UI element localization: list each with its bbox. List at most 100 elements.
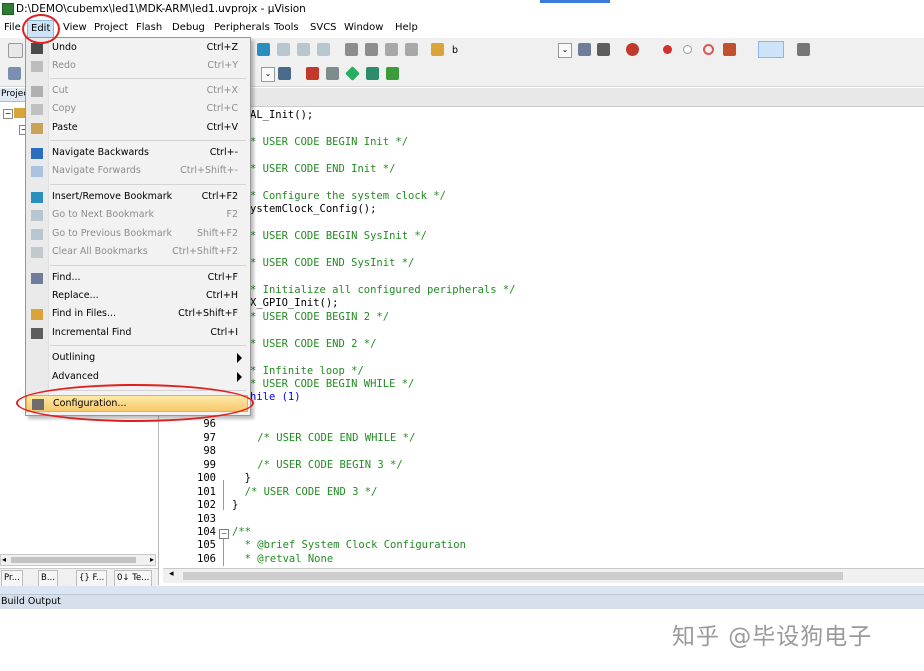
scroll-right-icon[interactable]: ▸ — [150, 555, 154, 564]
code-line: * USER CODE END SysInit */ — [250, 256, 415, 269]
menu-item-label: Clear All Bookmarks — [52, 246, 148, 257]
menu-view[interactable]: View — [63, 22, 87, 33]
menu-item-shortcut: Ctrl+Shift+F2 — [172, 246, 238, 257]
menu-item-label: Find in Files... — [52, 308, 117, 319]
menu-item-shortcut: Shift+F2 — [196, 228, 238, 239]
comment-icon[interactable] — [385, 43, 398, 56]
menu-item-navigate-backwards[interactable]: Navigate Backwards Ctrl+- — [26, 145, 248, 162]
line-number: 100 — [197, 472, 216, 485]
file-extensions-icon[interactable] — [326, 67, 339, 80]
code-line: /* USER CODE END WHILE */ — [232, 431, 416, 444]
menu-item-insert-remove-bookmark[interactable]: Insert/Remove Bookmark Ctrl+F2 — [26, 189, 248, 206]
app-logo-icon — [2, 3, 14, 15]
menu-file[interactable]: File — [4, 22, 21, 33]
code-line: * Configure the system clock */ — [250, 189, 446, 202]
menu-item-incremental-find[interactable]: Incremental Find Ctrl+I — [26, 325, 248, 342]
fold-toggle-icon[interactable]: − — [219, 529, 229, 539]
find-toolbar-icon[interactable] — [578, 43, 591, 56]
run-time-environment-icon[interactable] — [386, 67, 399, 80]
scroll-left-icon[interactable]: ◂ — [169, 569, 174, 579]
menu-peripherals[interactable]: Peripherals — [214, 22, 270, 33]
code-line: X_GPIO_Init(); — [250, 297, 339, 310]
prev-bookmark-toolbar-icon[interactable] — [297, 43, 310, 56]
next-bookmark-toolbar-icon[interactable] — [277, 43, 290, 56]
menu-item-find[interactable]: Find... Ctrl+F — [26, 270, 248, 287]
menu-item-shortcut: Ctrl+I — [210, 327, 238, 338]
code-line: hile (1) — [250, 391, 301, 404]
indent-icon[interactable] — [345, 43, 358, 56]
line-number: 105 — [197, 539, 216, 552]
menu-item-clear-all-bookmarks[interactable]: Clear All Bookmarks Ctrl+Shift+F2 — [26, 244, 248, 261]
menu-item-shortcut: Ctrl+V — [206, 122, 238, 133]
menu-item-copy[interactable]: Copy Ctrl+C — [26, 101, 248, 118]
menu-item-cut[interactable]: Cut Ctrl+X — [26, 83, 248, 100]
window-layout-button[interactable] — [758, 41, 784, 58]
configure-toolbar-icon[interactable] — [797, 43, 810, 56]
build-output-header: Build Output — [0, 594, 924, 610]
new-file-icon[interactable] — [8, 43, 23, 58]
menu-item-go-to-previous-bookmark[interactable]: Go to Previous Bookmark Shift+F2 — [26, 226, 248, 243]
select-packs-icon[interactable] — [366, 67, 379, 80]
menu-item-outlining[interactable]: Outlining — [26, 350, 248, 367]
line-number: 101 — [197, 485, 216, 498]
menu-item-redo[interactable]: Redo Ctrl+Y — [26, 58, 248, 75]
menu-item-replace[interactable]: Replace... Ctrl+H — [26, 288, 248, 305]
project-panel-scrollbar[interactable]: ◂ ▸ — [0, 554, 156, 566]
menu-item-shortcut: F2 — [226, 209, 238, 220]
tab-project[interactable]: Pr... — [1, 570, 23, 587]
line-number: 103 — [197, 512, 216, 525]
debug-start-icon[interactable] — [626, 43, 639, 56]
clear-bookmark-toolbar-icon[interactable] — [317, 43, 330, 56]
target-dropdown-arrow-icon[interactable]: ⌄ — [558, 43, 572, 58]
menu-flash[interactable]: Flash — [136, 22, 162, 33]
menu-item-find-in-files[interactable]: Find in Files... Ctrl+Shift+F — [26, 306, 248, 323]
scrollbar-thumb[interactable] — [11, 557, 136, 563]
tree-expand-icon[interactable]: − — [3, 109, 13, 119]
menu-item-shortcut: Ctrl+Shift+- — [180, 165, 238, 176]
tab-functions[interactable]: {} F... — [76, 570, 108, 587]
disable-breakpoint-icon[interactable] — [683, 45, 692, 54]
menu-item-label: Go to Next Bookmark — [52, 209, 155, 220]
fold-line — [223, 480, 224, 510]
find-icon — [31, 273, 43, 284]
menu-item-navigate-forwards[interactable]: Navigate Forwards Ctrl+Shift+- — [26, 163, 248, 180]
find-in-files-toolbar-icon[interactable] — [431, 43, 444, 56]
menu-help[interactable]: Help — [395, 22, 418, 33]
kill-breakpoints-icon[interactable] — [723, 43, 736, 56]
tab-templates[interactable]: 0↓ Te... — [114, 570, 153, 587]
breakpoint-icon[interactable] — [663, 45, 672, 54]
code-line: * USER CODE END 2 */ — [250, 337, 377, 350]
editor-scrollbar-thumb[interactable] — [183, 572, 843, 580]
target-select-dropdown-icon[interactable]: ⌄ — [261, 67, 275, 82]
menu-item-undo[interactable]: Undo Ctrl+Z — [26, 40, 248, 57]
unindent-icon[interactable] — [365, 43, 378, 56]
highlight-oval-configuration — [16, 384, 254, 422]
editor-scrollbar[interactable]: ◂ — [163, 568, 924, 583]
next-bookmark-icon — [31, 210, 43, 221]
menu-item-shortcut: Ctrl+- — [209, 147, 238, 158]
code-line: /* USER CODE END 3 */ — [232, 485, 378, 498]
scroll-left-icon[interactable]: ◂ — [2, 555, 6, 564]
uncomment-icon[interactable] — [405, 43, 418, 56]
menu-debug[interactable]: Debug — [172, 22, 205, 33]
incremental-find-toolbar-icon[interactable] — [597, 43, 610, 56]
menu-svcs[interactable]: SVCS — [310, 22, 337, 33]
code-line: * USER CODE BEGIN 2 */ — [250, 310, 390, 323]
code-line: * @retval None — [232, 552, 334, 565]
panel-splitter[interactable] — [0, 586, 924, 594]
line-number: 97 — [203, 431, 216, 444]
menu-item-go-to-next-bookmark[interactable]: Go to Next Bookmark F2 — [26, 207, 248, 224]
bookmark-toolbar-icon[interactable] — [257, 43, 270, 56]
menu-window[interactable]: Window — [344, 22, 383, 33]
window-title: D:\DEMO\cubemx\led1\MDK-ARM\led1.uvprojx… — [16, 3, 306, 15]
menu-item-shortcut: Ctrl+Shift+F — [178, 308, 238, 319]
menu-tools[interactable]: Tools — [274, 22, 299, 33]
manage-components-icon[interactable] — [306, 67, 319, 80]
translate-icon[interactable] — [8, 67, 21, 80]
line-number: 98 — [203, 445, 216, 458]
menu-project[interactable]: Project — [94, 22, 128, 33]
clear-breakpoints-icon[interactable] — [703, 44, 714, 55]
options-wand-icon[interactable] — [278, 67, 291, 80]
menu-item-paste[interactable]: Paste Ctrl+V — [26, 120, 248, 137]
tab-books[interactable]: B... — [38, 570, 58, 587]
